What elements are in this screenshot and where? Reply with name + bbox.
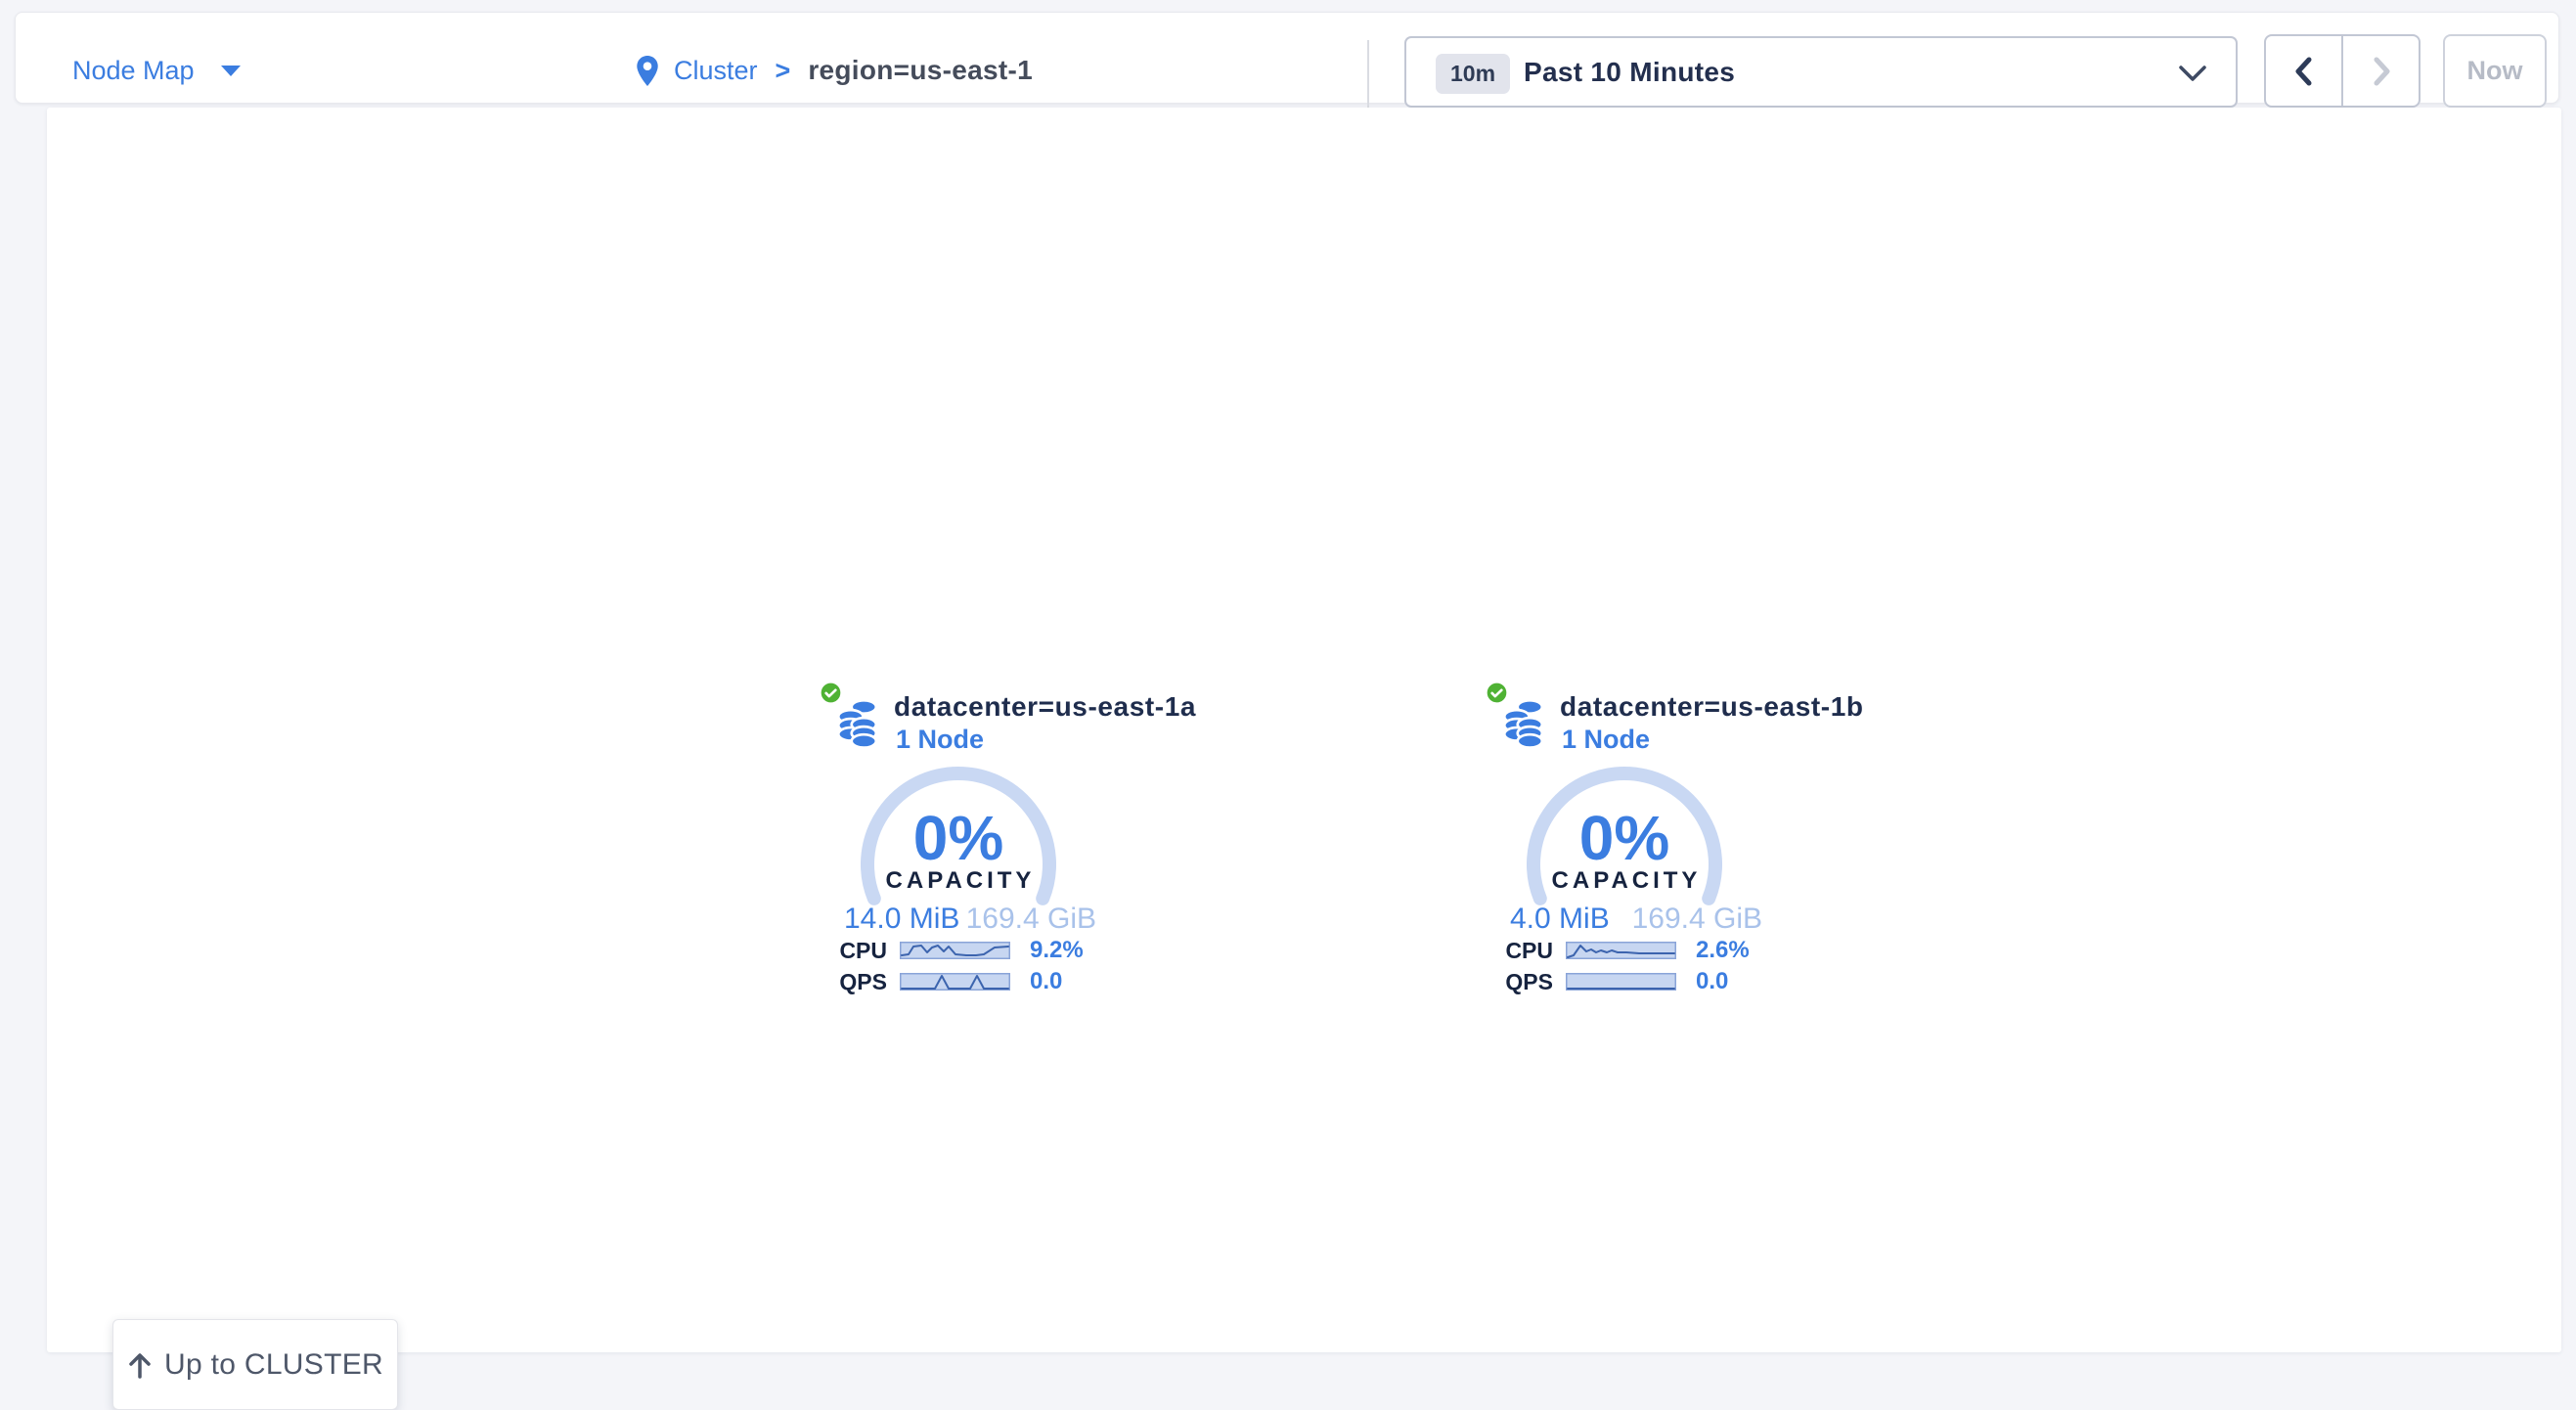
header-divider: [1367, 40, 1369, 110]
location-pin-icon: [635, 55, 660, 87]
capacity-values-row: 14.0 MiB 169.4 GiB: [844, 903, 1096, 936]
datacenter-stack-icon: [836, 698, 879, 749]
breadcrumb-separator: >: [776, 56, 791, 86]
cpu-metric-row: CPU 2.6%: [1490, 939, 1750, 962]
time-range-badge: 10m: [1436, 54, 1510, 94]
up-to-cluster-label: Up to CLUSTER: [164, 1348, 383, 1382]
locality-datacenter-us-east-1b[interactable]: datacenter=us-east-1b 1 Node 0% CAPACITY…: [1456, 675, 1793, 1012]
qps-label: QPS: [824, 969, 887, 995]
locality-datacenter-us-east-1a[interactable]: datacenter=us-east-1a 1 Node 0% CAPACITY…: [790, 675, 1127, 1012]
time-range-label: Past 10 Minutes: [1524, 38, 1735, 106]
cpu-label: CPU: [824, 938, 887, 964]
now-button[interactable]: Now: [2443, 34, 2547, 108]
time-range-selector[interactable]: 10m Past 10 Minutes: [1404, 36, 2238, 108]
qps-sparkline: [1566, 973, 1676, 991]
cpu-value: 9.2%: [1030, 937, 1084, 964]
chevron-left-icon: [2291, 55, 2317, 88]
cpu-value: 2.6%: [1696, 937, 1750, 964]
qps-value: 0.0: [1030, 968, 1062, 995]
capacity-used: 4.0 MiB: [1510, 903, 1610, 936]
breadcrumb-cluster-link[interactable]: Cluster: [674, 56, 758, 86]
capacity-percent: 0%: [1458, 802, 1791, 874]
time-step-forward-button[interactable]: [2341, 36, 2419, 106]
qps-label: QPS: [1490, 969, 1553, 995]
qps-metric-row: QPS 0.0: [824, 970, 1062, 993]
capacity-percent: 0%: [792, 802, 1125, 874]
node-map-canvas: datacenter=us-east-1a 1 Node 0% CAPACITY…: [47, 108, 2561, 1352]
capacity-total: 169.4 GiB: [1632, 903, 1762, 936]
capacity-used: 14.0 MiB: [844, 903, 959, 936]
view-selector-label: Node Map: [72, 56, 195, 86]
caret-down-icon: [220, 65, 242, 77]
time-step-button-group: [2264, 34, 2421, 108]
breadcrumb: Cluster > region=us-east-1: [635, 24, 1033, 116]
qps-metric-row: QPS 0.0: [1490, 970, 1728, 993]
cpu-metric-row: CPU 9.2%: [824, 939, 1084, 962]
capacity-label: CAPACITY: [1458, 867, 1791, 895]
chevron-right-icon: [2369, 55, 2394, 88]
view-selector-dropdown[interactable]: Node Map: [72, 24, 242, 116]
chevron-down-icon: [2179, 66, 2206, 82]
qps-sparkline: [900, 973, 1010, 991]
arrow-up-icon: [127, 1350, 153, 1380]
datacenter-stack-icon: [1502, 698, 1545, 749]
cpu-sparkline: [900, 942, 1010, 959]
locality-node-count: 1 Node: [1562, 725, 1650, 755]
node-map-page: Node Map Cluster > region=us-east-1 10m …: [0, 0, 2576, 1369]
cpu-sparkline: [1566, 942, 1676, 959]
capacity-label: CAPACITY: [792, 867, 1125, 895]
capacity-values-row: 4.0 MiB 169.4 GiB: [1510, 903, 1762, 936]
locality-node-count: 1 Node: [896, 725, 984, 755]
qps-value: 0.0: [1696, 968, 1728, 995]
topbar: Node Map Cluster > region=us-east-1 10m …: [15, 12, 2559, 104]
time-step-back-button[interactable]: [2266, 36, 2341, 106]
up-to-cluster-button[interactable]: Up to CLUSTER: [112, 1319, 398, 1410]
capacity-total: 169.4 GiB: [966, 903, 1096, 936]
locality-title: datacenter=us-east-1a: [894, 691, 1196, 723]
cpu-label: CPU: [1490, 938, 1553, 964]
locality-title: datacenter=us-east-1b: [1560, 691, 1864, 723]
breadcrumb-current-locality: region=us-east-1: [808, 55, 1033, 86]
